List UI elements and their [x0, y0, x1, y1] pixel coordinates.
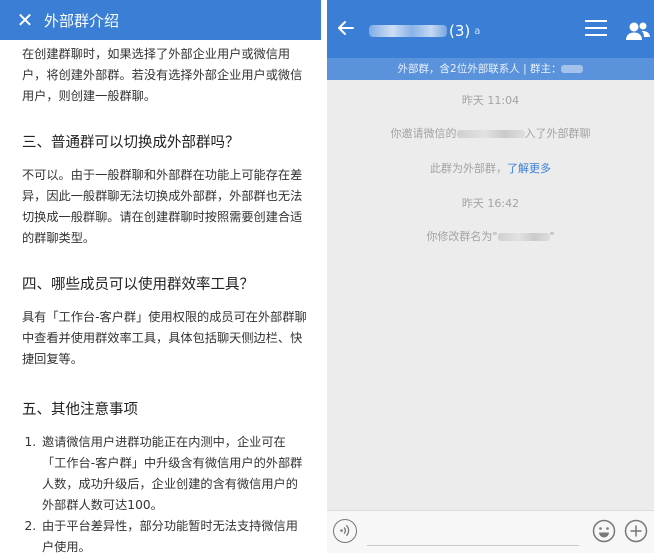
close-icon[interactable]: ✕ [10, 0, 40, 40]
group-name-redacted [497, 233, 550, 241]
article-body: 在创建群聊时，如果选择了外部企业用户或微信用户，将创建外部群。若没有选择外部企业… [22, 44, 310, 553]
rename-message: 你修改群名为" " [327, 228, 654, 244]
group-info-bar[interactable]: 外部群，含2位外部联系人 | 群主： [327, 58, 654, 80]
timestamp: 昨天 11:04 [461, 94, 520, 107]
back-arrow-icon[interactable] [335, 18, 357, 40]
notes-list: 邀请微信用户进群功能正在内测中，企业可在「工作台-客户群」中升级含有微信用户的外… [22, 432, 310, 553]
menu-icon[interactable] [585, 20, 607, 38]
intro-paragraph: 在创建群聊时，如果选择了外部企业用户或微信用户，将创建外部群。若没有选择外部企业… [22, 47, 303, 103]
rename-suffix: " [549, 230, 555, 243]
section-3-body: 不可以。由于一般群聊和外部群在功能上可能存在差异，因此一般群聊无法切换成外部群，… [22, 168, 303, 245]
notes-item: 邀请微信用户进群功能正在内测中，企业可在「工作台-客户群」中升级含有微信用户的外… [40, 432, 310, 516]
plus-icon[interactable] [624, 519, 648, 543]
chat-header: (3) a [327, 0, 654, 58]
timestamp: 昨天 16:42 [461, 197, 520, 210]
article-header: ✕ 外部群介绍 [0, 0, 321, 40]
notice-text: 此群为外部群， [430, 162, 507, 175]
section-4-body: 具有「工作台-客户群」使用权限的成员可在外部群聊中查看并使用群效率工具，具体包括… [22, 310, 307, 366]
article-panel: ✕ 外部群介绍 在创建群聊时，如果选择了外部企业用户或微信用户，将创建外部群。若… [0, 0, 321, 553]
section-3-title: 三、普通群可以切换成外部群吗？ [22, 135, 240, 151]
group-info-text: 外部群，含2位外部联系人 | 群主： [397, 63, 562, 75]
group-owner-redacted [561, 65, 584, 73]
chat-member-count: (3) [449, 22, 471, 40]
emoji-icon[interactable] [592, 519, 616, 543]
chat-title-redacted [369, 25, 447, 37]
chat-panel: (3) a 外部群，含2位外部联系人 | 群主： 昨天 11:04 你邀请微信的… [327, 0, 654, 553]
message-input-bar [327, 510, 654, 553]
message-input[interactable] [367, 517, 579, 546]
invite-suffix: 入了外部群聊 [524, 127, 591, 140]
voice-icon[interactable] [333, 519, 357, 543]
invitee-redacted [456, 130, 525, 138]
notes-item: 由于平台差异性，部分功能暂时无法支持微信用户使用。 [40, 516, 310, 553]
section-4-title: 四、哪些成员可以使用群效率工具？ [22, 277, 254, 293]
learn-more-link[interactable]: 了解更多 [507, 162, 551, 175]
invite-message: 你邀请微信的 入了外部群聊 [327, 125, 654, 141]
rename-prefix: 你修改群名为" [426, 230, 498, 243]
chat-title: (3) a [369, 20, 480, 42]
invite-prefix: 你邀请微信的 [390, 127, 457, 140]
article-title: 外部群介绍 [44, 11, 120, 30]
contacts-icon[interactable] [625, 20, 651, 42]
section-5-title: 五、其他注意事项 [22, 402, 138, 418]
external-group-notice: 此群为外部群，了解更多 [327, 160, 654, 176]
chat-title-mark: a [474, 25, 481, 37]
